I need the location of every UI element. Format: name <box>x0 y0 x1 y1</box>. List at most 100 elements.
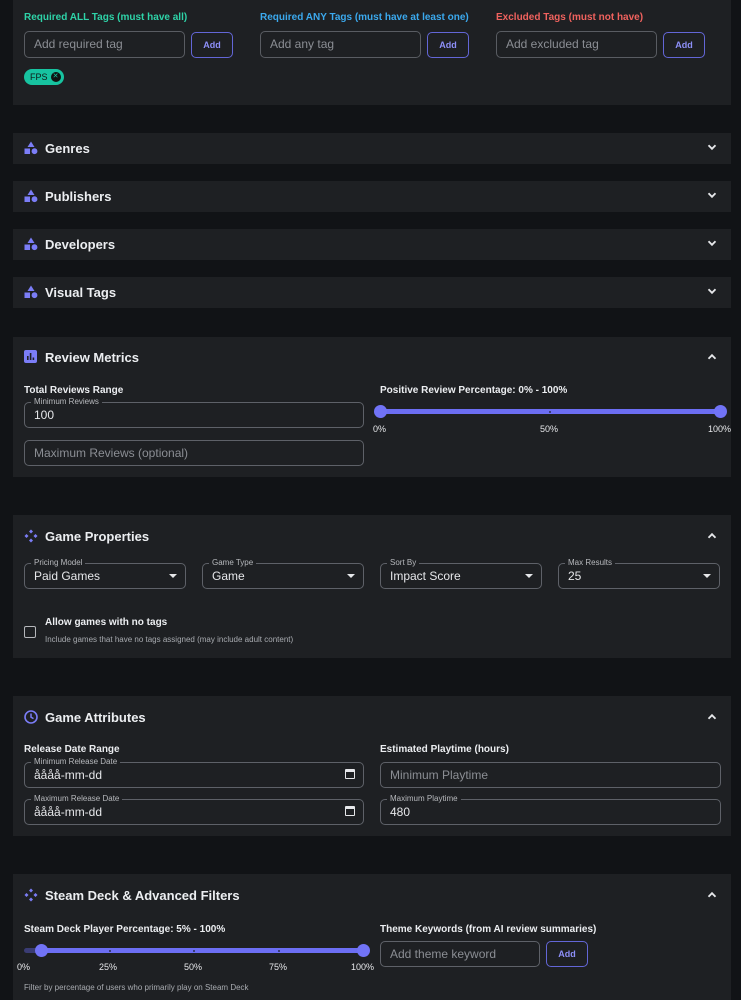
positive-review-percentage-label: Positive Review Percentage: 0% - 100% <box>380 385 568 396</box>
steam-deck-slider-rail[interactable] <box>24 944 370 957</box>
estimated-playtime-label: Estimated Playtime (hours) <box>380 744 509 755</box>
chevron-down-icon[interactable] <box>707 238 717 248</box>
chevron-up-icon[interactable] <box>707 712 717 722</box>
visual-tags-accordion[interactable]: Visual Tags <box>13 277 731 308</box>
review-metrics-title: Review Metrics <box>45 350 139 365</box>
slider-mark-75: 75% <box>269 962 288 972</box>
slider-mark-25: 25% <box>99 962 118 972</box>
genres-accordion[interactable]: Genres <box>13 133 731 164</box>
publishers-accordion[interactable]: Publishers <box>13 181 731 212</box>
excluded-tags-group: Excluded Tags (must not have) <box>496 12 643 23</box>
chevron-down-icon[interactable] <box>707 142 717 152</box>
slider-thumb-min[interactable] <box>35 944 48 957</box>
steam-deck-panel: Steam Deck & Advanced Filters Steam Deck… <box>13 874 731 1000</box>
minimum-reviews-input[interactable]: Minimum Reviews 100 <box>24 396 364 428</box>
allow-no-tags-checkbox[interactable] <box>24 626 36 638</box>
chevron-up-icon[interactable] <box>707 531 717 541</box>
minimum-release-date-label: Minimum Release Date <box>31 756 121 767</box>
slider-mark-50: 50% <box>184 962 203 972</box>
developers-accordion[interactable]: Developers <box>13 229 731 260</box>
chevron-down-icon[interactable] <box>707 190 717 200</box>
add-required-tag-button[interactable]: Add <box>191 31 233 58</box>
slider-thumb-max[interactable] <box>357 944 370 957</box>
allow-no-tags-help: Include games that have no tags assigned… <box>45 635 294 644</box>
steam-deck-percentage-label: Steam Deck Player Percentage: 5% - 100% <box>24 924 226 935</box>
clock-icon <box>24 710 38 724</box>
slider-tick <box>549 410 551 413</box>
required-any-tags-row: Add any tag Add <box>260 31 469 58</box>
steam-deck-title: Steam Deck & Advanced Filters <box>45 888 240 903</box>
minimum-reviews-value: 100 <box>34 408 55 422</box>
slider-mark-0: 0% <box>17 962 31 972</box>
add-theme-keyword-button[interactable]: Add <box>546 941 588 967</box>
maximum-release-date-input[interactable]: Maximum Release Date åååå-mm-dd <box>24 793 364 825</box>
required-all-tags-row: Add required tag Add <box>24 31 233 58</box>
chevron-down-icon[interactable] <box>707 286 717 296</box>
category-icon <box>24 285 38 299</box>
maximum-playtime-value: 480 <box>390 805 411 819</box>
excluded-tags-row: Add excluded tag Add <box>496 31 705 58</box>
slider-thumb-min[interactable] <box>374 405 387 418</box>
genres-title: Genres <box>45 141 90 156</box>
pricing-model-select[interactable]: Pricing Model Paid Games <box>24 557 186 589</box>
minimum-release-date-value: åååå-mm-dd <box>34 768 103 782</box>
any-tag-input[interactable]: Add any tag <box>260 31 421 58</box>
add-any-tag-button[interactable]: Add <box>427 31 469 58</box>
theme-keyword-input[interactable]: Add theme keyword <box>380 941 540 967</box>
maximum-playtime-label: Maximum Playtime <box>387 793 461 804</box>
total-reviews-range-label: Total Reviews Range <box>24 385 124 396</box>
required-all-tags-label: Required ALL Tags (must have all) <box>24 12 188 23</box>
release-date-range-label: Release Date Range <box>24 744 120 755</box>
calendar-icon[interactable] <box>345 806 355 816</box>
max-results-select[interactable]: Max Results 25 <box>558 557 720 589</box>
positive-review-slider[interactable] <box>374 405 727 418</box>
minimum-playtime-input[interactable]: Minimum Playtime <box>380 762 721 788</box>
game-properties-title: Game Properties <box>45 529 150 544</box>
slider-thumb-max[interactable] <box>714 405 727 418</box>
sort-by-label: Sort By <box>387 557 420 568</box>
minimum-release-date-input[interactable]: Minimum Release Date åååå-mm-dd <box>24 756 364 788</box>
review-metrics-panel: Review Metrics Total Reviews Range Minim… <box>13 337 731 477</box>
maximum-playtime-input[interactable]: Maximum Playtime 480 <box>380 793 721 825</box>
pricing-model-value: Paid Games <box>34 569 101 583</box>
chevron-up-icon[interactable] <box>707 890 717 900</box>
dropdown-caret-icon <box>525 574 533 578</box>
steam-deck-help: Filter by percentage of users who primar… <box>24 983 249 992</box>
required-tag-input[interactable]: Add required tag <box>24 31 185 58</box>
sort-by-value: Impact Score <box>390 569 461 583</box>
category-icon <box>24 237 38 251</box>
sort-by-select[interactable]: Sort By Impact Score <box>380 557 542 589</box>
steam-deck-slider[interactable] <box>41 948 364 953</box>
category-icon <box>24 189 38 203</box>
slider-mark-100: 100% <box>351 962 375 972</box>
chevron-up-icon[interactable] <box>707 352 717 362</box>
max-results-label: Max Results <box>565 557 616 568</box>
gamepad-icon <box>24 529 38 543</box>
bar-chart-icon <box>24 350 37 363</box>
required-all-tags-group: Required ALL Tags (must have all) <box>24 12 187 23</box>
required-any-tags-group: Required ANY Tags (must have at least on… <box>260 12 469 23</box>
maximum-reviews-input[interactable]: Maximum Reviews (optional) <box>24 440 364 466</box>
excluded-tag-input[interactable]: Add excluded tag <box>496 31 657 58</box>
calendar-icon[interactable] <box>345 769 355 779</box>
game-attributes-title: Game Attributes <box>45 710 146 725</box>
max-results-value: 25 <box>568 569 582 583</box>
remove-tag-icon[interactable]: ✕ <box>50 72 61 82</box>
slider-tick <box>109 949 111 952</box>
developers-title: Developers <box>45 237 116 252</box>
visual-tags-title: Visual Tags <box>45 285 117 300</box>
dropdown-caret-icon <box>169 574 177 578</box>
excluded-tags-label: Excluded Tags (must not have) <box>496 12 644 23</box>
tag-chip-fps: FPS ✕ <box>24 69 64 85</box>
game-type-select[interactable]: Game Type Game <box>202 557 364 589</box>
slider-mark-0: 0% <box>373 424 387 434</box>
slider-tick <box>193 949 195 952</box>
game-properties-panel: Game Properties Pricing Model Paid Games… <box>13 515 731 658</box>
theme-keywords-label: Theme Keywords (from AI review summaries… <box>380 924 597 935</box>
slider-tick <box>278 949 280 952</box>
required-any-tags-label: Required ANY Tags (must have at least on… <box>260 12 469 23</box>
tag-chip-label: FPS <box>30 72 48 82</box>
add-excluded-tag-button[interactable]: Add <box>663 31 705 58</box>
dropdown-caret-icon <box>703 574 711 578</box>
slider-mark-100: 100% <box>708 424 732 434</box>
